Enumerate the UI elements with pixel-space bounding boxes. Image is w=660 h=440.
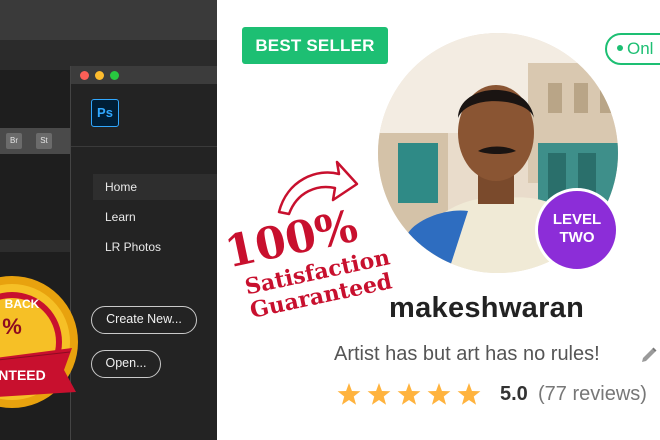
create-new-button[interactable]: Create New... bbox=[91, 306, 197, 334]
nav-item-lr-photos[interactable]: LR Photos bbox=[93, 234, 217, 260]
minimize-window-icon[interactable] bbox=[95, 71, 104, 80]
photoshop-logo-icon: Ps bbox=[91, 99, 119, 127]
background-divider bbox=[0, 240, 70, 252]
money-back-guarantee-badge: BACK % NTEED bbox=[0, 276, 78, 408]
nav-item-learn[interactable]: Learn bbox=[93, 204, 217, 230]
seller-username[interactable]: makeshwaran bbox=[389, 292, 584, 325]
star-icon bbox=[427, 383, 451, 405]
star-icon bbox=[457, 383, 481, 405]
online-dot-icon bbox=[617, 45, 623, 52]
close-window-icon[interactable] bbox=[80, 71, 89, 80]
photoshop-window: Ps Home Learn LR Photos Create New... Op… bbox=[70, 66, 217, 440]
seller-profile-panel: BEST SELLER Onl LEVEL TWO 100% Satisfact… bbox=[217, 0, 660, 440]
bridge-app-icon[interactable]: Br bbox=[6, 133, 22, 149]
badge-top-text: BACK bbox=[5, 297, 40, 311]
online-status-badge: Onl bbox=[605, 33, 660, 65]
star-icon bbox=[397, 383, 421, 405]
badge-ribbon-text: NTEED bbox=[0, 367, 46, 383]
level-value: TWO bbox=[559, 229, 595, 246]
star-icon bbox=[367, 383, 391, 405]
review-count[interactable]: (77 reviews) bbox=[538, 383, 647, 406]
maximize-window-icon[interactable] bbox=[110, 71, 119, 80]
background-window-titlebar bbox=[0, 0, 217, 40]
rating-value: 5.0 bbox=[500, 383, 528, 405]
level-label: LEVEL bbox=[552, 211, 602, 228]
level-two-badge: LEVEL TWO bbox=[535, 188, 619, 272]
badge-percent-text: % bbox=[2, 314, 22, 339]
stock-app-icon[interactable]: St bbox=[36, 133, 52, 149]
window-titlebar[interactable] bbox=[71, 66, 217, 84]
photoshop-screenshot-panel: Br St Ps Home Learn LR Photos Create New… bbox=[0, 0, 217, 440]
satisfaction-guaranteed-stamp: 100% Satisfaction Guaranteed bbox=[221, 160, 394, 320]
open-button[interactable]: Open... bbox=[91, 350, 161, 378]
online-status-label: Onl bbox=[627, 39, 654, 58]
rating-stars bbox=[337, 383, 481, 405]
header-divider bbox=[71, 146, 217, 147]
pencil-icon[interactable] bbox=[640, 346, 658, 364]
star-icon bbox=[337, 383, 361, 405]
seller-tagline: Artist has but art has no rules! bbox=[334, 343, 600, 365]
best-seller-badge: BEST SELLER bbox=[242, 27, 388, 64]
nav-item-home[interactable]: Home bbox=[93, 174, 217, 200]
